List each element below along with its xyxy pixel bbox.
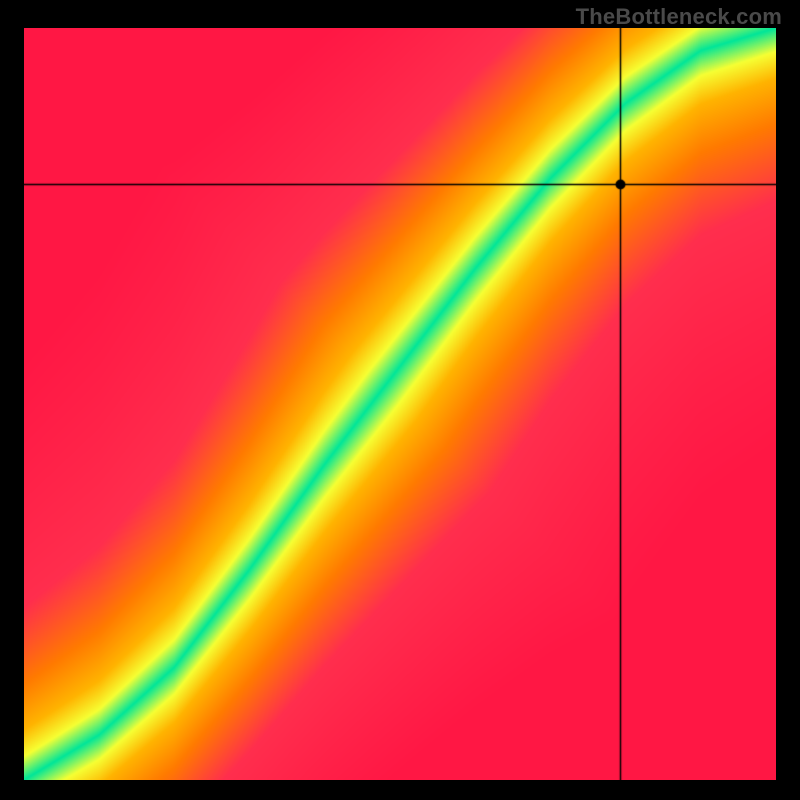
heatmap-canvas: [24, 28, 776, 780]
heatmap-plot: [24, 28, 776, 780]
watermark-text: TheBottleneck.com: [576, 4, 782, 30]
